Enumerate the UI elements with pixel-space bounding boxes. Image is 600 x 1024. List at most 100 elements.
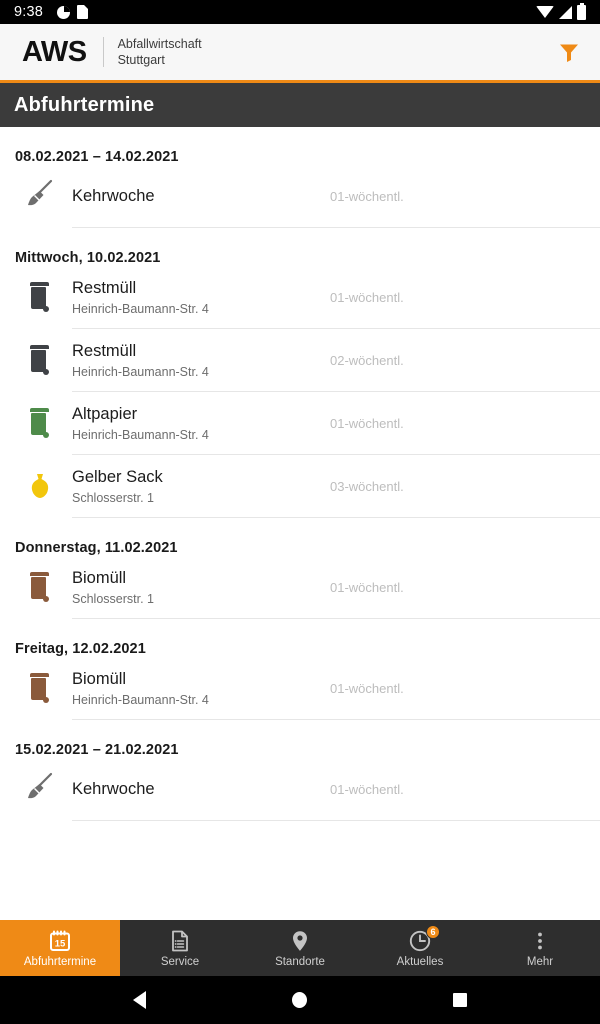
nav-item-label: Mehr <box>526 955 554 968</box>
appointment-row-body: Biomüll Heinrich-Baumann-Str. 4 01-wöchent… <box>72 669 600 707</box>
app-screen: 9:38 AWS Abfallwirtschaft Stuttgart Abfu… <box>0 0 600 1024</box>
aws-logo: AWS <box>22 35 87 68</box>
nav-item-abfuhrtermine[interactable]: 15 Abfuhrtermine <box>0 920 120 976</box>
cycle-label: 01-wöchentl. <box>330 579 404 595</box>
app-subtitle-line2: Stuttgart <box>117 53 165 67</box>
appointment-texts: Restmüll Heinrich-Baumann-Str. 4 <box>72 341 330 379</box>
app-header: AWS Abfallwirtschaft Stuttgart <box>0 24 600 83</box>
document-list-icon <box>168 929 192 953</box>
status-bar-left-icons <box>57 5 89 19</box>
logo-divider <box>102 37 104 67</box>
do-not-disturb-icon <box>57 5 71 19</box>
waste-type-label: Biomüll <box>72 670 127 689</box>
address-label: Heinrich-Baumann-Str. 4 <box>72 692 209 707</box>
waste-type-label: Altpapier <box>72 405 138 424</box>
cycle-label: 02-wöchentl. <box>330 352 404 368</box>
date-section-header: Freitag, 12.02.2021 <box>15 641 146 657</box>
nav-item-label: Aktuelles <box>396 955 444 968</box>
sd-card-icon <box>77 5 89 19</box>
appointment-row-body: Biomüll Schlosserstr. 1 01-wöchentl. <box>72 568 600 606</box>
row-divider <box>72 820 600 821</box>
app-subtitle-line1: Abfallwirtschaft <box>117 37 202 51</box>
waste-bin-icon <box>29 673 51 703</box>
battery-icon <box>577 2 586 20</box>
appointment-icon-cell <box>8 345 72 375</box>
app-subtitle: Abfallwirtschaft Stuttgart <box>118 36 202 68</box>
waste-bin-icon <box>29 572 51 602</box>
system-navigation-bar <box>0 976 600 1024</box>
appointment-icon-cell <box>8 179 72 214</box>
appointment-texts: Altpapier Heinrich-Baumann-Str. 4 <box>72 404 330 442</box>
overflow-dots-icon <box>528 929 552 953</box>
waste-type-label: Restmüll <box>72 342 137 361</box>
appointment-icon-cell <box>8 673 72 703</box>
waste-bin-icon <box>29 408 51 438</box>
calendar-icon: 15 <box>48 929 72 953</box>
appointment-texts: Biomüll Heinrich-Baumann-Str. 4 <box>72 669 330 707</box>
appointment-icon-cell <box>8 772 72 807</box>
appointment-row-body: Kehrwoche 01-wöchentl. <box>72 779 600 800</box>
appointment-row-body: Restmüll Heinrich-Baumann-Str. 4 01-wöchen… <box>72 278 600 316</box>
nav-item-service[interactable]: Service <box>120 920 240 976</box>
date-section-header: Donnerstag, 11.02.2021 <box>15 540 178 556</box>
waste-type-label: Kehrwoche <box>72 779 155 798</box>
address-label: Schlosserstr. 1 <box>72 490 154 505</box>
broom-icon <box>25 772 55 807</box>
wifi-icon <box>536 6 554 18</box>
home-circle-icon[interactable] <box>292 992 307 1008</box>
appointment-row[interactable]: Biomüll Schlosserstr. 1 01-wöchentl. <box>0 556 600 618</box>
svg-text:15: 15 <box>55 938 66 949</box>
appointment-icon-cell <box>8 282 72 312</box>
cycle-label: 01-wöchentl. <box>330 680 404 696</box>
nav-item-label: Standorte <box>275 955 325 968</box>
address-label: Schlosserstr. 1 <box>72 591 154 606</box>
appointment-texts: Gelber Sack Schlosserstr. 1 <box>72 467 330 505</box>
appointment-row[interactable]: Kehrwoche 01-wöchentl. <box>0 758 600 820</box>
appointment-row[interactable]: Restmüll Heinrich-Baumann-Str. 4 02-wöchen… <box>0 329 600 391</box>
appointment-row[interactable]: Biomüll Heinrich-Baumann-Str. 4 01-wöchent… <box>0 657 600 719</box>
recents-square-icon[interactable] <box>453 993 467 1007</box>
appointment-row[interactable]: Restmüll Heinrich-Baumann-Str. 4 01-wöchen… <box>0 266 600 328</box>
cycle-label: 03-wöchentl. <box>330 478 404 494</box>
appointment-texts: Kehrwoche <box>72 779 330 800</box>
appointment-icon-cell <box>8 572 72 602</box>
appointment-row-body: Kehrwoche 01-wöchentl. <box>72 186 600 207</box>
nav-item-mehr[interactable]: Mehr <box>480 920 600 976</box>
nav-item-aktuelles[interactable]: 6 Aktuelles <box>360 920 480 976</box>
cycle-label: 01-wöchentl. <box>330 289 404 305</box>
nav-item-label: Abfuhrtermine <box>23 955 97 968</box>
bottom-navigation-bar[interactable]: 15 Abfuhrtermine Service Standorte 6 Aktuelle… <box>0 920 600 976</box>
cycle-label: 01-wöchentl. <box>330 781 404 797</box>
page-title: Abfuhrtermine <box>14 93 155 116</box>
waste-type-label: Biomüll <box>72 569 127 588</box>
appointment-row[interactable]: Altpapier Heinrich-Baumann-Str. 4 01-wöche… <box>0 392 600 454</box>
appointment-icon-cell <box>8 408 72 438</box>
address-label: Heinrich-Baumann-Str. 4 <box>72 364 209 379</box>
map-pin-icon <box>288 929 312 953</box>
notification-badge: 6 <box>426 924 440 939</box>
date-section-header: 15.02.2021 – 21.02.2021 <box>15 742 179 758</box>
system-status-bar: 9:38 <box>0 0 600 24</box>
broom-icon <box>25 179 55 214</box>
back-triangle-icon[interactable] <box>133 991 146 1009</box>
appointment-row[interactable]: Gelber Sack Schlosserstr. 1 03-wöchentl. <box>0 455 600 517</box>
appointment-list[interactable]: 08.02.2021 – 14.02.2021 Kehrwoche 01-wöche… <box>0 127 600 920</box>
waste-type-label: Kehrwoche <box>72 186 155 205</box>
nav-item-standorte[interactable]: Standorte <box>240 920 360 976</box>
appointment-row-body: Gelber Sack Schlosserstr. 1 03-wöchentl. <box>72 467 600 505</box>
appointment-row-body: Restmüll Heinrich-Baumann-Str. 4 02-wöchen… <box>72 341 600 379</box>
appointment-texts: Biomüll Schlosserstr. 1 <box>72 568 330 606</box>
address-label: Heinrich-Baumann-Str. 4 <box>72 427 209 442</box>
appointment-texts: Restmüll Heinrich-Baumann-Str. 4 <box>72 278 330 316</box>
address-label: Heinrich-Baumann-Str. 4 <box>72 301 209 316</box>
cycle-label: 01-wöchentl. <box>330 415 404 431</box>
clock-icon: 6 <box>408 924 440 953</box>
waste-type-label: Gelber Sack <box>72 468 163 487</box>
status-bar-right-icons <box>536 2 586 20</box>
filter-funnel-icon[interactable] <box>556 39 582 65</box>
yellow-sack-icon <box>29 472 51 500</box>
appointment-texts: Kehrwoche <box>72 186 330 207</box>
waste-type-label: Restmüll <box>72 279 137 298</box>
cycle-label: 01-wöchentl. <box>330 188 404 204</box>
appointment-row[interactable]: Kehrwoche 01-wöchentl. <box>0 165 600 227</box>
